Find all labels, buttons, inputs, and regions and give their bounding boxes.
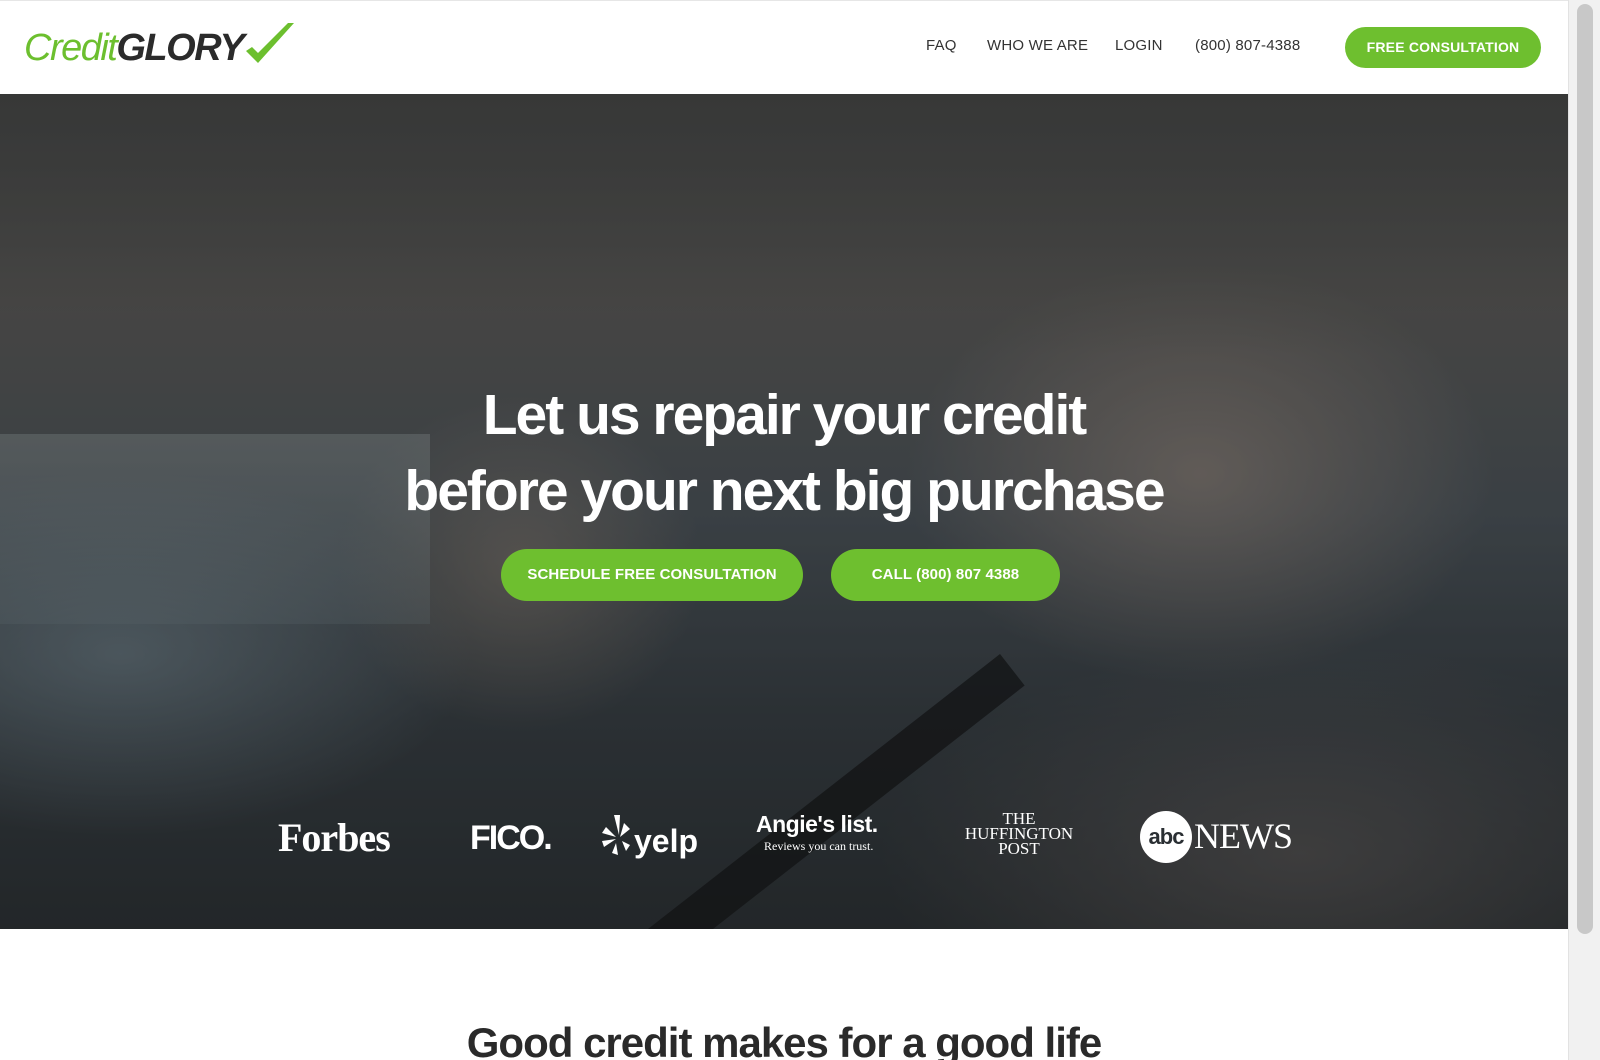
abc-circle-mark: abc [1140,811,1192,863]
angies-list-logo: Angie's list. Reviews you can trust. [756,811,896,854]
nav-phone-link[interactable]: (800) 807-4388 [1195,37,1300,54]
abc-news-wordmark: NEWS [1194,816,1293,856]
section-heading: Good credit makes for a good life [466,1019,1102,1060]
forbes-logo: Forbes [278,815,391,860]
nav-faq[interactable]: FAQ [926,37,957,54]
main-nav: FAQ WHO WE ARE LOGIN (800) 807-4388 [0,37,1568,61]
huffington-line3: POST [998,839,1040,858]
hero-section: Let us repair your credit before your ne… [0,94,1568,929]
call-button[interactable]: CALL (800) 807 4388 [831,549,1060,601]
yelp-wordmark: yelp [634,823,699,859]
angies-list-tagline: Reviews you can trust. [764,839,874,853]
page: CreditGLORY FAQ WHO WE ARE LOGIN (800) 8… [0,0,1568,1060]
schedule-consultation-button[interactable]: SCHEDULE FREE CONSULTATION [501,549,803,601]
hero-headline: Let us repair your credit before your ne… [0,377,1568,529]
site-header: CreditGLORY FAQ WHO WE ARE LOGIN (800) 8… [0,0,1568,94]
huffington-post-logo: THE HUFFINGTON POST [955,810,1083,858]
yelp-burst-icon [602,815,630,855]
hero-headline-line2: before your next big purchase [404,459,1165,523]
page-scrollbar[interactable] [1568,0,1600,1060]
scrollbar-thumb[interactable] [1577,4,1593,934]
intro-section: Good credit makes for a good life [0,929,1568,1060]
fico-logo: FICO. [470,819,553,857]
angies-list-title: Angie's list. [756,811,878,837]
press-logos: Forbes FICO. yelp Angie's list. Reviews … [0,809,1568,869]
nav-login[interactable]: LOGIN [1115,37,1163,54]
free-consultation-button[interactable]: FREE CONSULTATION [1345,27,1541,68]
hero-headline-line1: Let us repair your credit [482,383,1088,447]
nav-who-we-are[interactable]: WHO WE ARE [987,37,1088,54]
